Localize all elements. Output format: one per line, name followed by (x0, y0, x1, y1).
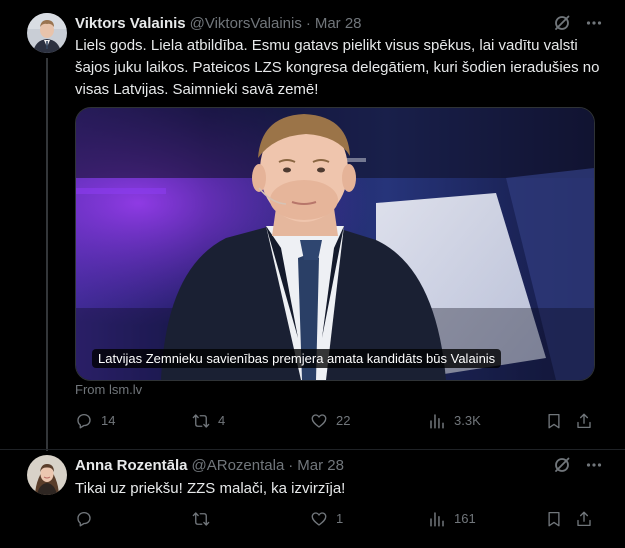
repost-count: 4 (218, 413, 226, 428)
share-button[interactable] (575, 412, 593, 430)
bookmark-icon (548, 413, 560, 429)
bookmark-icon (548, 511, 560, 527)
tweet-divider (0, 449, 625, 450)
share-icon (577, 413, 591, 429)
repost-icon (192, 512, 210, 526)
reply-icon (77, 413, 91, 429)
like-button[interactable]: 22 (310, 412, 350, 430)
bookmark-button[interactable] (545, 412, 563, 430)
tweet-text: Tikai uz priekšu! ZZS malači, ka izvirzī… (75, 480, 346, 497)
author-handle[interactable]: @ViktorsValainis (190, 14, 302, 34)
separator-dot: · (288, 457, 294, 474)
views-count: 3.3K (454, 413, 481, 428)
separator-dot: · (305, 15, 311, 32)
tweet-text: Liels gods. Liela atbildība. Esmu gatavs… (75, 37, 604, 98)
reply-count: 14 (101, 413, 116, 428)
repost-button[interactable]: 4 (192, 412, 225, 430)
repost-icon (192, 414, 210, 428)
tweet-date[interactable]: Mar 28 (315, 14, 362, 34)
views-button[interactable]: 161 (428, 510, 476, 528)
tweet-header: Anna Rozentāla @ARozentala · Mar 28 (75, 456, 344, 476)
avatar[interactable] (27, 455, 67, 495)
author-handle[interactable]: @ARozentala (192, 456, 285, 476)
tweet-top-actions (553, 14, 603, 32)
more-icon[interactable] (585, 456, 603, 474)
share-button[interactable] (575, 510, 593, 528)
card-source[interactable]: From lsm.lv (75, 382, 142, 398)
tweet-date[interactable]: Mar 28 (297, 456, 344, 476)
like-button[interactable]: 1 (310, 510, 343, 528)
tweet-action-bar: 1 161 (75, 510, 595, 530)
views-icon (430, 414, 444, 429)
like-icon (311, 512, 327, 526)
grok-icon[interactable] (553, 14, 571, 32)
avatar[interactable] (27, 13, 67, 53)
reply-button[interactable]: 14 (75, 412, 115, 430)
tweet-top-actions (553, 456, 603, 474)
repost-button[interactable] (192, 510, 210, 528)
author-name[interactable]: Viktors Valainis (75, 14, 186, 34)
bookmark-button[interactable] (545, 510, 563, 528)
like-count: 22 (336, 413, 351, 428)
like-icon (311, 414, 327, 428)
tweet-header: Viktors Valainis @ViktorsValainis · Mar … (75, 14, 362, 34)
views-icon (430, 512, 444, 527)
more-icon[interactable] (585, 14, 603, 32)
grok-icon[interactable] (553, 456, 571, 474)
card-headline[interactable]: Latvijas Zemnieku savienības premjera am… (92, 349, 502, 368)
views-count: 161 (454, 511, 476, 526)
tweet-action-bar: 14 4 22 3.3K (75, 412, 595, 432)
views-button[interactable]: 3.3K (428, 412, 481, 430)
thread-line (46, 58, 48, 451)
reply-icon (77, 511, 91, 527)
author-name[interactable]: Anna Rozentāla (75, 456, 188, 476)
share-icon (577, 511, 591, 527)
reply-button[interactable] (75, 510, 93, 528)
card-image (76, 108, 594, 380)
like-count: 1 (336, 511, 344, 526)
link-card[interactable]: Latvijas Zemnieku savienības premjera am… (75, 107, 595, 381)
